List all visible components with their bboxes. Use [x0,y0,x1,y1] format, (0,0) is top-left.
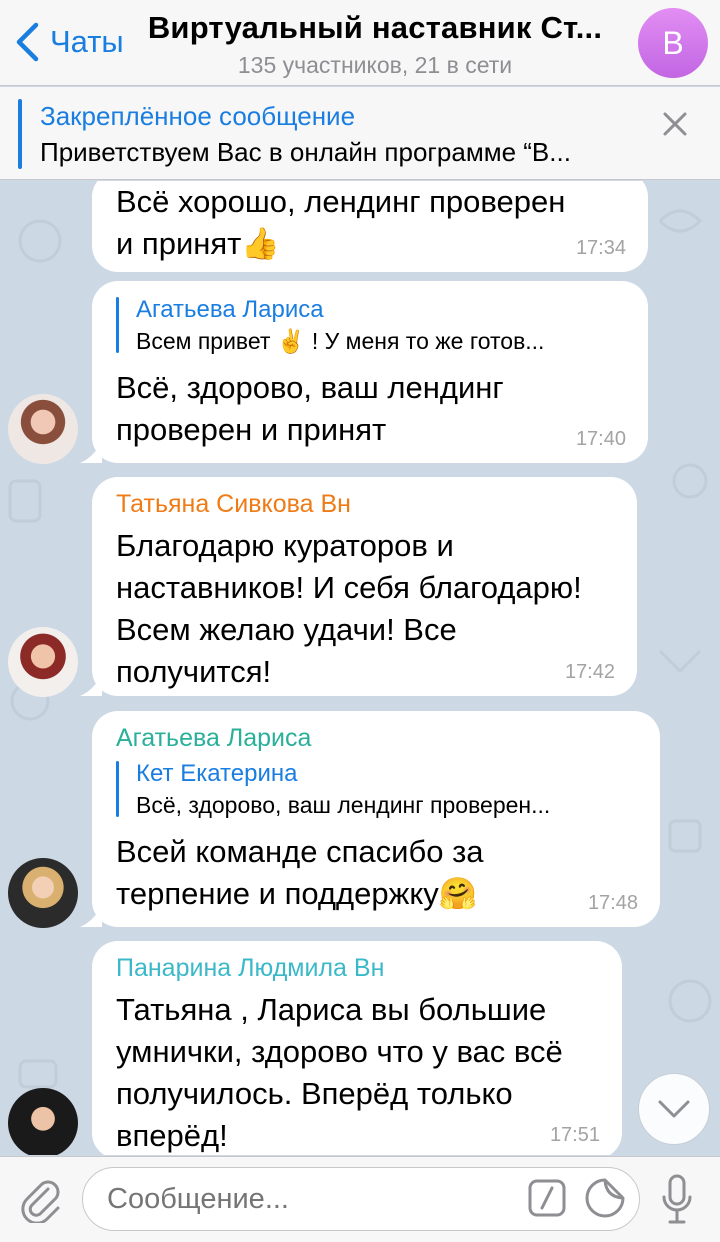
microphone-icon[interactable] [660,1173,694,1227]
message-bubble[interactable]: Агатьева Лариса Кет Екатерина Всё, здоро… [92,711,660,927]
message-bubble[interactable]: Татьяна Сивкова Вн Благодарю кураторов и… [92,477,637,696]
sender-name[interactable]: Панарина Людмила Вн [116,953,598,983]
slash-command-icon[interactable] [528,1179,566,1217]
scroll-down-button[interactable] [638,1073,710,1145]
pinned-accent-bar [18,99,22,169]
chat-title: Виртуальный наставник Ст... [147,10,603,45]
bubble-tail [80,441,102,463]
paperclip-icon[interactable] [18,1177,64,1223]
pinned-text: Приветствуем Вас в онлайн программе “В..… [40,137,571,167]
sticker-icon[interactable] [584,1177,626,1219]
message-text: Всё, здорово, ваш лендинг проверен и при… [116,370,504,447]
reply-preview[interactable]: Агатьева Лариса Всем привет ✌️ ! У меня … [116,295,624,357]
hugging-face-icon: 🤗 [438,876,478,911]
message-text: Всё хорошо, лендинг проверен и принят👍 [116,184,566,261]
bubble-tail [80,674,102,696]
avatar[interactable] [8,858,78,928]
back-button[interactable]: Чаты [14,22,124,62]
chevron-left-icon [16,22,39,62]
reply-text: Всё, здорово, ваш лендинг проверен... [136,792,551,818]
message-time: 17:51 [549,1124,600,1146]
composer-bar [0,1156,720,1242]
reply-bar [116,297,119,353]
message-bubble[interactable]: Всё хорошо, лендинг проверен и принят👍 1… [92,181,648,272]
bubble-tail [80,905,102,927]
avatar[interactable] [8,627,78,697]
message-bubble[interactable]: Агатьева Лариса Всем привет ✌️ ! У меня … [92,281,648,463]
chat-subtitle: 135 участников, 21 в сети [237,52,513,78]
avatar[interactable] [8,1088,78,1155]
reply-bar [116,761,119,817]
message-time: 17:48 [587,892,638,914]
chevron-down-icon [658,1100,690,1118]
reply-author: Агатьева Лариса [136,296,324,323]
chat-header: Чаты Виртуальный наставник Ст... 135 уча… [0,0,720,86]
chat-title-area[interactable]: Виртуальный наставник Ст... 135 участник… [140,10,610,79]
message-text: Всей команде спасибо за терпение и подде… [116,834,484,911]
group-avatar[interactable]: В [638,8,708,78]
thumbs-up-icon: 👍 [241,226,280,261]
message-time: 17:34 [575,237,626,259]
pinned-title: Закреплённое сообщение [40,101,356,131]
message-time: 17:42 [564,661,615,683]
reply-author: Кет Екатерина [136,760,298,787]
message-text: Благодарю кураторов и наставников! И себ… [116,528,582,689]
sender-name[interactable]: Агатьева Лариса [116,723,636,753]
back-label: Чаты [50,24,124,59]
message-time: 17:40 [575,428,626,450]
close-icon[interactable] [658,107,692,141]
pinned-message[interactable]: Закреплённое сообщение Приветствуем Вас … [0,87,720,180]
message-bubble[interactable]: Панарина Людмила Вн Татьяна , Лариса вы … [92,941,622,1155]
avatar[interactable] [8,394,78,464]
reply-text: Всем привет ✌️ ! У меня то же готов... [136,328,545,354]
sender-name[interactable]: Татьяна Сивкова Вн [116,489,613,519]
message-text: Татьяна , Лариса вы большие умнички, здо… [116,992,563,1153]
reply-preview[interactable]: Кет Екатерина Всё, здорово, ваш лендинг … [116,759,636,821]
message-list[interactable]: Всё хорошо, лендинг проверен и принят👍 1… [0,181,720,1155]
